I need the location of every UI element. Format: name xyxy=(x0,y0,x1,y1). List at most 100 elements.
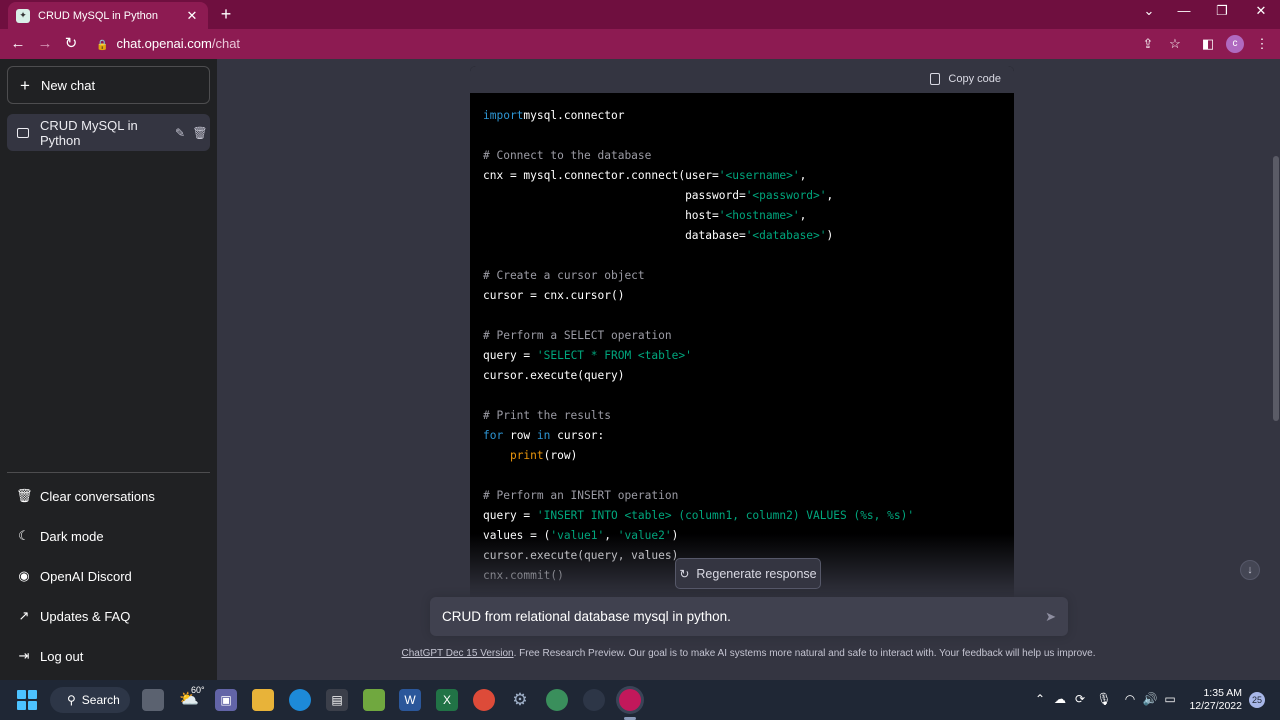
openai-favicon-icon: ✦ xyxy=(16,8,30,23)
minimize-icon[interactable]: — xyxy=(1172,3,1196,18)
excel-icon[interactable]: X xyxy=(436,689,458,711)
url-host: chat.openai.com xyxy=(116,36,212,51)
store-icon[interactable]: ▤ xyxy=(326,689,348,711)
code-line: print(row) xyxy=(483,449,577,462)
browser-menu-icon[interactable]: ⋮ xyxy=(1252,35,1272,53)
sidebar: + New chat CRUD MySQL in Python ✎ 🗑 🗑 Cl… xyxy=(0,59,217,680)
scroll-down-button[interactable]: ↓ xyxy=(1240,560,1260,580)
code-line: host='<hostname>', xyxy=(483,209,806,222)
edit-icon[interactable]: ✎ xyxy=(170,126,190,140)
chat-title: CRUD MySQL in Python xyxy=(40,117,138,148)
code-token: '<username>' xyxy=(718,169,800,182)
code-token: password= xyxy=(483,189,746,202)
code-line: # Print the results xyxy=(483,409,611,422)
prompt-input[interactable]: CRUD from relational database mysql in p… xyxy=(430,597,1068,636)
prompt-text: CRUD from relational database mysql in p… xyxy=(442,609,731,624)
footer-text: . Free Research Preview. Our goal is to … xyxy=(513,648,1096,659)
refresh-icon: ↻ xyxy=(679,566,690,581)
code-token: 'SELECT * FROM <table>' xyxy=(536,349,692,362)
updates-faq-link[interactable]: ↗ Updates & FAQ xyxy=(7,598,210,634)
copy-code-button[interactable]: Copy code xyxy=(930,73,1001,85)
wifi-icon[interactable]: ◠ xyxy=(1122,692,1138,706)
new-chat-button[interactable]: + New chat xyxy=(7,66,210,104)
code-token: cursor.execute(query) xyxy=(483,369,625,382)
code-token: # Print the results xyxy=(483,409,611,422)
notepad-icon[interactable] xyxy=(363,689,385,711)
clock-time: 1:35 AM xyxy=(1203,687,1242,699)
code-token: cnx = mysql.connector.connect(user= xyxy=(483,169,719,182)
task-view-icon[interactable] xyxy=(142,689,164,711)
forward-icon[interactable]: → xyxy=(34,34,56,54)
code-token: # Perform an INSERT operation xyxy=(483,489,679,502)
code-line: cursor = cnx.cursor() xyxy=(483,289,624,302)
microphone-icon[interactable]: 🎙 xyxy=(1096,692,1112,706)
chrome-active-icon[interactable] xyxy=(619,689,641,711)
word-icon[interactable]: W xyxy=(399,689,421,711)
close-tab-icon[interactable]: ✕ xyxy=(184,8,200,24)
code-block-header: Copy code xyxy=(470,66,1014,93)
battery-icon[interactable]: ▭ xyxy=(1162,692,1178,706)
new-tab-button[interactable]: + xyxy=(216,4,236,25)
code-line: # Create a cursor object xyxy=(483,269,645,282)
delete-icon[interactable]: 🗑 xyxy=(190,126,210,140)
reload-icon[interactable]: ↻ xyxy=(60,34,82,54)
notification-badge[interactable]: 25 xyxy=(1249,692,1265,708)
system-clock[interactable]: 1:35 AM 12/27/2022 xyxy=(1186,687,1242,713)
bookmark-star-icon[interactable]: ☆ xyxy=(1165,35,1185,53)
send-icon[interactable]: ➤ xyxy=(1045,609,1056,625)
taskbar-search[interactable]: ⚲ Search xyxy=(50,687,130,713)
version-link[interactable]: ChatGPT Dec 15 Version xyxy=(401,648,513,659)
discord-label: OpenAI Discord xyxy=(40,568,132,584)
code-line: query = 'INSERT INTO <table> (column1, c… xyxy=(483,509,914,522)
updates-faq-label: Updates & FAQ xyxy=(40,608,131,624)
lock-icon: 🔒 xyxy=(96,40,109,51)
edge-icon[interactable] xyxy=(289,689,311,711)
discord-icon: ◉ xyxy=(18,568,30,583)
external-link-icon: ↗ xyxy=(18,608,30,623)
regenerate-label: Regenerate response xyxy=(696,566,817,581)
show-hidden-icons[interactable]: ⌃ xyxy=(1032,692,1048,706)
chrome-profile-icon[interactable] xyxy=(546,689,568,711)
side-panel-icon[interactable]: ◧ xyxy=(1198,35,1218,53)
share-icon[interactable]: ⇪ xyxy=(1138,35,1158,53)
clear-conversations-link[interactable]: 🗑 Clear conversations xyxy=(7,478,210,514)
settings-gear-icon[interactable]: ⚙ xyxy=(509,689,531,711)
clipboard-icon xyxy=(930,73,941,85)
address-bar: ← → ↻ 🔒 chat.openai.com/chat ⇪ ☆ ◧ ⋮ xyxy=(0,29,1280,59)
dark-mode-link[interactable]: ☾ Dark mode xyxy=(7,518,210,554)
scrollbar-thumb[interactable] xyxy=(1273,156,1279,421)
snipping-tool-icon[interactable] xyxy=(583,689,605,711)
code-line: database='<database>') xyxy=(483,229,833,242)
weather-temp: 60° xyxy=(191,685,205,695)
file-explorer-icon[interactable] xyxy=(252,689,274,711)
sync-icon[interactable]: ⟳ xyxy=(1072,692,1088,706)
browser-tab-bar: ✦ CRUD MySQL in Python ✕ + ⌄ — ❐ ✕ xyxy=(0,0,1280,29)
code-token: host= xyxy=(483,209,719,222)
discord-link[interactable]: ◉ OpenAI Discord xyxy=(7,558,210,594)
onedrive-icon[interactable]: ☁ xyxy=(1052,692,1068,706)
regenerate-response-button[interactable]: ↻ Regenerate response xyxy=(675,558,821,589)
close-window-icon[interactable]: ✕ xyxy=(1249,3,1273,19)
url-field[interactable]: 🔒 chat.openai.com/chat xyxy=(96,34,240,54)
teams-chat-icon[interactable]: ▣ xyxy=(215,689,237,711)
maximize-icon[interactable]: ❐ xyxy=(1210,3,1234,19)
back-icon[interactable]: ← xyxy=(7,34,29,54)
tab-search-icon[interactable]: ⌄ xyxy=(1137,3,1161,19)
dark-mode-label: Dark mode xyxy=(40,528,104,544)
chrome-icon[interactable] xyxy=(473,689,495,711)
windows-taskbar: ⚲ Search ⛅ 60° ▣ ▤ W X ⚙ ⌃ ☁ ⟳ 🎙 ◠ 🔊 ▭ 1… xyxy=(0,680,1280,720)
code-token: # Connect to the database xyxy=(483,149,652,162)
code-line: cursor.execute(query) xyxy=(483,369,624,382)
url-path: /chat xyxy=(211,36,241,51)
logout-link[interactable]: ⇥ Log out xyxy=(7,638,210,674)
code-token: (row) xyxy=(543,449,578,462)
chat-history-item[interactable]: CRUD MySQL in Python ✎ 🗑 xyxy=(7,114,210,151)
code-token: mysql.connector xyxy=(523,109,625,122)
volume-icon[interactable]: 🔊 xyxy=(1142,692,1158,706)
code-line: # Perform a SELECT operation xyxy=(483,329,672,342)
windows-start-icon[interactable] xyxy=(17,690,37,710)
browser-tab[interactable]: ✦ CRUD MySQL in Python ✕ xyxy=(8,2,208,29)
clock-date: 12/27/2022 xyxy=(1189,700,1242,712)
profile-avatar[interactable]: c xyxy=(1226,35,1244,53)
